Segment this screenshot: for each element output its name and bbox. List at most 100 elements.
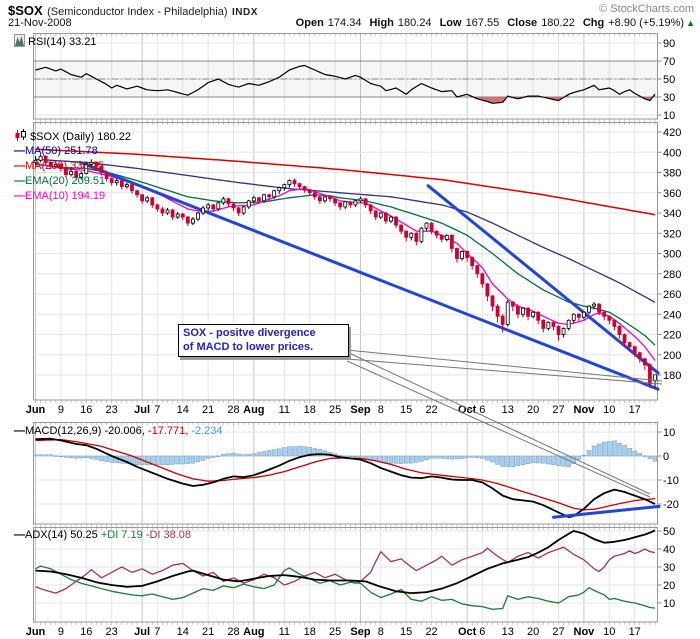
macd-histogram-bar [556, 455, 561, 466]
candle-body [328, 196, 332, 200]
macd-histogram-bar [475, 455, 480, 459]
candle-body [653, 374, 657, 382]
candle-body [460, 251, 464, 259]
macd-histogram-bar [647, 455, 653, 459]
y-tick-label: 400 [663, 147, 681, 159]
candle-body [419, 227, 424, 242]
x-tick-label: 28 [227, 404, 240, 416]
macd-histogram-bar [495, 455, 500, 465]
candle-body [160, 208, 165, 214]
candlestick-icon [15, 129, 26, 141]
macd-histogram-bar [490, 455, 495, 463]
candle-body [536, 311, 541, 321]
x-tick-label: 16 [80, 404, 93, 416]
x-tick-label: 20 [527, 626, 540, 638]
candle-body [495, 305, 500, 317]
y-tick-label: 320 [663, 228, 681, 240]
macd-histogram-bar [241, 454, 246, 457]
x-tick-label: 23 [105, 404, 118, 416]
macd-histogram-bar [510, 455, 516, 468]
macd-histogram-bar [596, 443, 602, 457]
macd-histogram-bar [576, 455, 582, 460]
x-axis-labels-top: Jun 9 16 23 Jul 7 14 21 28 Aug 11 18 25 Sep 8 15 22 Oct 6 1… [0, 404, 700, 419]
x-tick-label: Oct [457, 626, 477, 638]
macd-line [35, 437, 656, 519]
candle-body [343, 201, 348, 208]
candle-body [556, 325, 561, 335]
macd-histogram-bar [429, 455, 434, 459]
macd-histogram-bar [216, 455, 221, 457]
candle-body [201, 207, 205, 214]
legend-value: -2.234 [188, 425, 223, 437]
macd-histogram-bar [581, 454, 587, 457]
macd-histogram-bar [535, 455, 541, 464]
legend-dash-icon: — [14, 529, 25, 541]
macd-histogram-bar [160, 455, 165, 466]
macd-histogram-bar [38, 454, 43, 457]
candle-body [125, 184, 129, 188]
macd-histogram-bar [424, 455, 429, 461]
candle-body [277, 187, 282, 192]
macd-histogram-bar [642, 455, 648, 457]
overlay-legend-row: —MA(200) 338.25 [14, 159, 105, 174]
macd-histogram-bar [266, 450, 272, 457]
x-tick-label: Jul [134, 626, 151, 638]
macd-histogram-bar [612, 440, 617, 457]
x-tick-label: Sep [350, 626, 371, 638]
quote-label: Low [439, 17, 462, 29]
candle-body [404, 230, 409, 238]
candle-body [622, 334, 627, 343]
quote-label: Open [295, 17, 324, 29]
x-tick-label: Aug [243, 626, 265, 638]
candle-body [272, 190, 277, 198]
x-tick-label: Jun [25, 626, 46, 638]
x-tick-label: 23 [105, 626, 118, 638]
macd-histogram-bar [63, 455, 69, 458]
macd-histogram-bar [89, 455, 94, 459]
annotation-line2: of MACD to lower prices. [183, 341, 314, 353]
legend-value: -17.771, [144, 425, 189, 437]
x-tick-label: Jul [134, 404, 151, 416]
macd-histogram-bar [48, 454, 53, 457]
macd-histogram-bar [337, 454, 343, 457]
macd-histogram-bar [175, 455, 180, 465]
candle-body [363, 198, 368, 206]
y-tick-label: -10 [663, 475, 679, 487]
x-tick-label: 27 [552, 626, 565, 638]
macd-histogram-bar [419, 455, 424, 462]
macd-histogram-bar [256, 452, 262, 457]
y-tick-label: 10 [663, 427, 675, 439]
y-tick-label: 20 [663, 580, 675, 592]
x-tick-label: 8 [377, 404, 384, 416]
candle-body [135, 190, 139, 196]
macd-histogram-bar [546, 455, 551, 465]
price-legend-label: $SOX (Daily) 180.22 [30, 131, 131, 143]
x-tick-label: 6 [479, 404, 486, 416]
macd-histogram-bar [43, 454, 48, 457]
x-tick-label: 13 [501, 404, 514, 416]
macd-histogram-bar [632, 450, 637, 457]
macd-signal-line [35, 439, 656, 511]
candle-body [196, 212, 200, 220]
candle-body [221, 198, 226, 204]
legend-dash-icon: — [14, 160, 25, 172]
overlay-legend-label: EMA(20) 209.51 [25, 175, 106, 187]
candle-body [607, 315, 612, 321]
chart-header: $SOX (Semiconductor Index - Philadelphia… [8, 2, 694, 18]
candle-body [582, 311, 586, 318]
macd-histogram-bar [627, 447, 632, 457]
macd-histogram-bar [205, 455, 211, 459]
quote-value: +8.90 (+5.19%) [608, 17, 685, 29]
macd-histogram-bar [459, 455, 465, 459]
y-tick-label: 240 [663, 309, 681, 321]
macd-histogram-bar [637, 453, 643, 457]
ema20-line [35, 163, 656, 346]
candle-body [449, 234, 454, 249]
y-tick-label: 180 [663, 370, 681, 382]
x-tick-label: 7 [154, 404, 161, 416]
candle-body [241, 206, 246, 214]
x-tick-label: Nov [573, 404, 595, 416]
copyright: © StockCharts.com [599, 3, 694, 15]
macd-histogram-bar [403, 455, 409, 464]
indicator-icon [14, 34, 25, 47]
